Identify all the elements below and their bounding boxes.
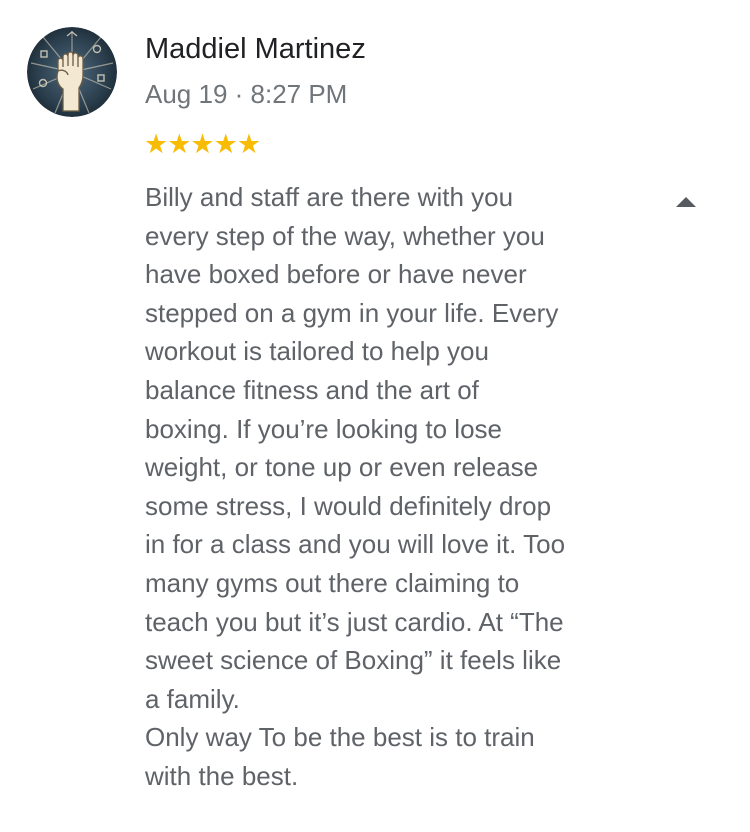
star-rating: ★★★★★ <box>144 129 261 159</box>
review-text-line: boxing. If you’re looking to lose <box>145 413 502 444</box>
review-text-line: sweet science of Boxing” it feels like <box>145 645 562 676</box>
review-text-line: a family. <box>145 683 240 714</box>
review-card: Maddiel Martinez Aug 19 · 8:27 PM ★★★★★ … <box>0 0 750 832</box>
collapse-review-button[interactable] <box>670 188 702 216</box>
review-text-line: Only way To be the best is to train <box>145 722 535 753</box>
review-text-line: every step of the way, whether you <box>145 220 545 251</box>
review-text-line: some stress, I would definitely drop <box>145 490 552 521</box>
review-text-line: with the best. <box>145 760 299 791</box>
review-text-line: Billy and staff are there with you <box>145 182 514 212</box>
review-text-line: many gyms out there claiming to <box>145 567 520 598</box>
review-text-line: balance fitness and the art of <box>145 374 479 405</box>
reviewer-name[interactable]: Maddiel Martinez <box>145 30 366 68</box>
review-text-line: in for a class and you will love it. Too <box>145 529 566 560</box>
raised-fist-icon <box>27 27 117 117</box>
review-text: Billy and staff are there with you every… <box>145 178 625 796</box>
review-text-line: workout is tailored to help you <box>145 336 489 367</box>
review-text-line: have boxed before or have never <box>145 259 527 290</box>
review-text-line: stepped on a gym in your life. Every <box>145 297 559 328</box>
caret-up-icon <box>676 197 696 207</box>
avatar[interactable] <box>27 27 117 117</box>
review-text-line: teach you but it’s just cardio. At “The <box>145 606 564 637</box>
review-timestamp: Aug 19 · 8:27 PM <box>145 79 348 109</box>
review-text-line: weight, or tone up or even release <box>145 452 539 483</box>
